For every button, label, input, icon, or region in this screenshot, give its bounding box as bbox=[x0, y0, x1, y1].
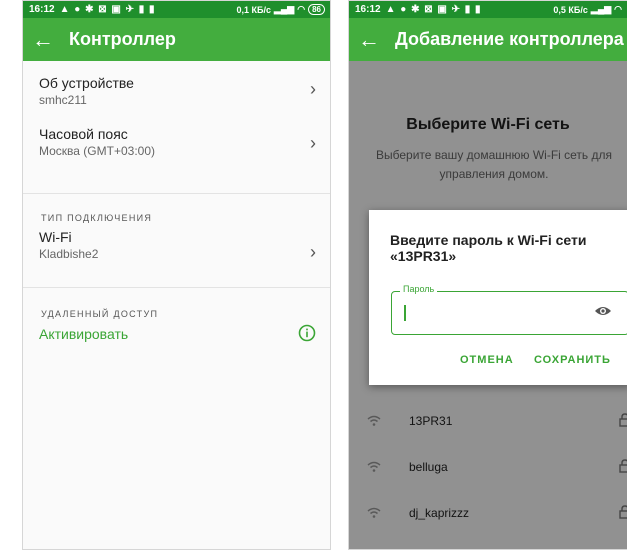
signal-icon: ▂▄▆ bbox=[590, 4, 612, 14]
eye-icon[interactable] bbox=[594, 304, 612, 323]
timezone-subtitle: Москва (GMT+03:00) bbox=[39, 144, 155, 158]
status-time: 16:12 bbox=[29, 4, 55, 15]
network-speed: 0,1 КБ/с bbox=[236, 4, 271, 15]
text-cursor bbox=[404, 305, 406, 321]
chevron-right-icon: › bbox=[310, 242, 316, 262]
status-bar: 16:12 ▲ ● ✱ ⊠ ▣ ✈ ▮ ▮ 0,5 КБ/с ▂▄▆ ◠ bbox=[349, 1, 627, 18]
app-bar: ← Добавление контроллера bbox=[349, 18, 627, 61]
activate-label[interactable]: Активировать bbox=[39, 326, 314, 342]
password-field[interactable]: Пароль bbox=[391, 284, 627, 335]
battery-icon: 86 bbox=[308, 4, 325, 15]
wifi-title: Wi-Fi bbox=[39, 229, 72, 245]
cancel-button[interactable]: ОТМЕНА bbox=[460, 354, 514, 366]
back-arrow-icon[interactable]: ← bbox=[349, 18, 389, 61]
notification-icons: ▲ ● ✱ ⊠ ▣ ✈ ▮ ▮ bbox=[385, 4, 482, 15]
app-bar: ← Контроллер bbox=[23, 18, 330, 61]
page-title: Добавление контроллера bbox=[395, 29, 624, 49]
back-arrow-icon[interactable]: ← bbox=[23, 18, 63, 61]
notification-icons: ▲ ● ✱ ⊠ ▣ ✈ ▮ ▮ bbox=[59, 4, 156, 15]
about-device-row[interactable]: Об устройстве smhc211 › bbox=[23, 61, 330, 116]
wifi-status-icon: ◠ bbox=[614, 4, 622, 14]
activate-row[interactable]: Активировать bbox=[23, 324, 330, 356]
chevron-right-icon: › bbox=[310, 78, 316, 99]
about-device-subtitle: smhc211 bbox=[39, 93, 87, 107]
wifi-password-dialog: Введите пароль к Wi-Fi сети «13PR31» Пар… bbox=[369, 210, 627, 385]
wifi-status-icon: ◠ bbox=[297, 4, 306, 14]
status-time: 16:12 bbox=[355, 4, 381, 15]
info-icon[interactable] bbox=[298, 324, 316, 347]
about-device-title: Об устройстве bbox=[39, 75, 134, 91]
chevron-right-icon: › bbox=[310, 132, 316, 153]
status-bar: 16:12 ▲ ● ✱ ⊠ ▣ ✈ ▮ ▮ 0,1 КБ/с ▂▄▆ ◠ 86 bbox=[23, 1, 330, 18]
save-button[interactable]: СОХРАНИТЬ bbox=[534, 354, 611, 366]
timezone-title: Часовой пояс bbox=[39, 126, 128, 142]
section-connection-type: ТИП ПОДКЛЮЧЕНИЯ bbox=[41, 213, 153, 223]
section-remote-access: УДАЛЕННЫЙ ДОСТУП bbox=[41, 309, 159, 319]
add-controller-screen: 16:12 ▲ ● ✱ ⊠ ▣ ✈ ▮ ▮ 0,5 КБ/с ▂▄▆ ◠ ← Д… bbox=[348, 0, 627, 550]
controller-screen: 16:12 ▲ ● ✱ ⊠ ▣ ✈ ▮ ▮ 0,1 КБ/с ▂▄▆ ◠ 86 … bbox=[22, 0, 331, 550]
page-title: Контроллер bbox=[69, 29, 176, 49]
wifi-row[interactable]: Wi-Fi Kladbishe2 › bbox=[23, 227, 330, 277]
wifi-subtitle: Kladbishe2 bbox=[39, 247, 99, 261]
network-speed: 0,5 КБ/с bbox=[553, 4, 588, 15]
timezone-row[interactable]: Часовой пояс Москва (GMT+03:00) › bbox=[23, 116, 330, 169]
dialog-title: Введите пароль к Wi-Fi сети «13PR31» bbox=[390, 232, 587, 264]
signal-icon: ▂▄▆ bbox=[274, 4, 295, 14]
password-field-label: Пароль bbox=[400, 284, 438, 294]
